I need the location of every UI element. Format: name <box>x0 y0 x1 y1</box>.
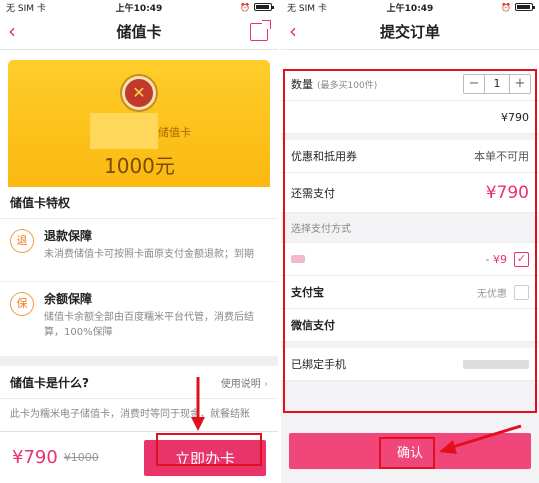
subtotal-value: ¥790 <box>501 110 529 124</box>
minus-button[interactable]: − <box>464 75 484 93</box>
plus-button[interactable]: + <box>510 75 530 93</box>
usage-guide-link[interactable]: 使用说明 <box>221 375 268 390</box>
quantity-limit-note: (最多买100件) <box>317 80 378 91</box>
pay-method-heading: 选择支付方式 <box>281 213 539 243</box>
need-pay-value: ¥790 <box>485 182 529 203</box>
quantity-stepper: − 1 + <box>463 74 531 94</box>
card-section: 储值卡 1000元 <box>0 50 278 187</box>
merchant-logo-icon <box>122 76 156 110</box>
coupon-label: 优惠和抵用券 <box>291 150 357 163</box>
battery-icon <box>515 3 535 11</box>
quantity-value[interactable]: 1 <box>484 75 510 93</box>
alipay-note: 无优惠 <box>477 288 507 300</box>
submit-order-screen: 无 SIM 卡 上午10:49 ⏰ ‹ 提交订单 数量 (最多买100件) − … <box>281 0 539 483</box>
feature-title: 余额保障 <box>44 292 93 306</box>
balance-deduction: - ¥9 <box>485 252 507 266</box>
what-title: 储值卡是什么? <box>10 375 89 390</box>
feature-desc: 未消费储值卡可按照卡面原支付金额退款；到期 <box>44 249 254 260</box>
battery-icon <box>254 3 274 11</box>
what-is-card-row[interactable]: 储值卡是什么? 使用说明 <box>0 366 278 399</box>
status-time: 上午10:49 <box>386 3 434 14</box>
original-price: ¥1000 <box>63 451 99 464</box>
wechat-pay-label: 微信支付 <box>291 319 335 332</box>
confirm-button[interactable]: 确认 <box>289 433 531 469</box>
balance-pay-row[interactable]: - ¥9 ✓ <box>281 243 539 276</box>
screenshot-root: 无 SIM 卡 上午10:49 ⏰ ‹ 储值卡 储值卡 1000元 储值卡特权 … <box>0 0 539 483</box>
nav-bar: ‹ 储值卡 <box>0 14 278 50</box>
scrolled-row <box>281 50 539 68</box>
balance-checkbox[interactable]: ✓ <box>514 252 529 267</box>
stored-value-card: 储值卡 1000元 <box>8 60 270 187</box>
alipay-checkbox[interactable]: ✓ <box>514 285 529 300</box>
quantity-label: 数量 <box>291 78 313 91</box>
what-desc: 此卡为糯米电子储值卡，消费时等同于现金，就餐结账 <box>0 399 278 435</box>
status-time: 上午10:49 <box>115 3 163 14</box>
bottom-bar: ¥790 ¥1000 立即办卡 <box>0 431 278 483</box>
blurred-phone-number <box>463 360 529 369</box>
back-chevron-icon[interactable]: ‹ <box>8 21 26 41</box>
nav-bar: ‹ 提交订单 <box>281 14 539 50</box>
section-gap <box>0 357 278 366</box>
alipay-row[interactable]: 支付宝 无优惠 ✓ <box>281 276 539 309</box>
need-pay-row: 还需支付 ¥790 <box>281 173 539 213</box>
share-icon[interactable] <box>250 20 271 41</box>
features-heading: 储值卡特权 <box>0 187 278 219</box>
feature-desc: 储值卡余额全部由百度糯米平台代管，消费后结算，100%保障 <box>44 312 254 338</box>
buy-card-button[interactable]: 立即办卡 <box>144 440 266 476</box>
coupon-row[interactable]: 优惠和抵用券 本单不可用 <box>281 140 539 173</box>
confirm-area: 确认 <box>281 433 539 483</box>
page-title: 储值卡 <box>116 23 162 41</box>
refund-icon: 退 <box>10 229 34 253</box>
subtotal-row: ¥790 <box>281 101 539 134</box>
need-pay-label: 还需支付 <box>291 186 335 200</box>
bound-phone-label: 已绑定手机 <box>291 358 346 371</box>
blurred-merchant-name <box>90 113 158 149</box>
guarantee-icon: 保 <box>10 292 34 316</box>
wechat-pay-row[interactable]: 微信支付 <box>281 309 539 342</box>
blurred-balance-label <box>291 255 305 263</box>
feature-refund: 退 退款保障 未消费储值卡可按照卡面原支付金额退款；到期 <box>0 219 278 282</box>
status-bar: 无 SIM 卡 上午10:49 ⏰ <box>281 0 539 14</box>
card-type-label: 储值卡 <box>158 126 191 139</box>
status-bar: 无 SIM 卡 上午10:49 ⏰ <box>0 0 278 14</box>
stored-value-card-screen: 无 SIM 卡 上午10:49 ⏰ ‹ 储值卡 储值卡 1000元 储值卡特权 … <box>0 0 278 483</box>
coupon-value: 本单不可用 <box>474 150 529 163</box>
feature-balance: 保 余额保障 储值卡余额全部由百度糯米平台代管，消费后结算，100%保障 <box>0 282 278 357</box>
alipay-label: 支付宝 <box>291 286 324 299</box>
feature-title: 退款保障 <box>44 229 93 243</box>
card-face-value: 1000元 <box>104 154 175 178</box>
sale-price: ¥790 <box>12 447 58 468</box>
back-chevron-icon[interactable]: ‹ <box>289 21 307 41</box>
bound-phone-row: 已绑定手机 <box>281 348 539 381</box>
quantity-row: 数量 (最多买100件) − 1 + <box>281 68 539 101</box>
page-title: 提交订单 <box>379 23 440 41</box>
